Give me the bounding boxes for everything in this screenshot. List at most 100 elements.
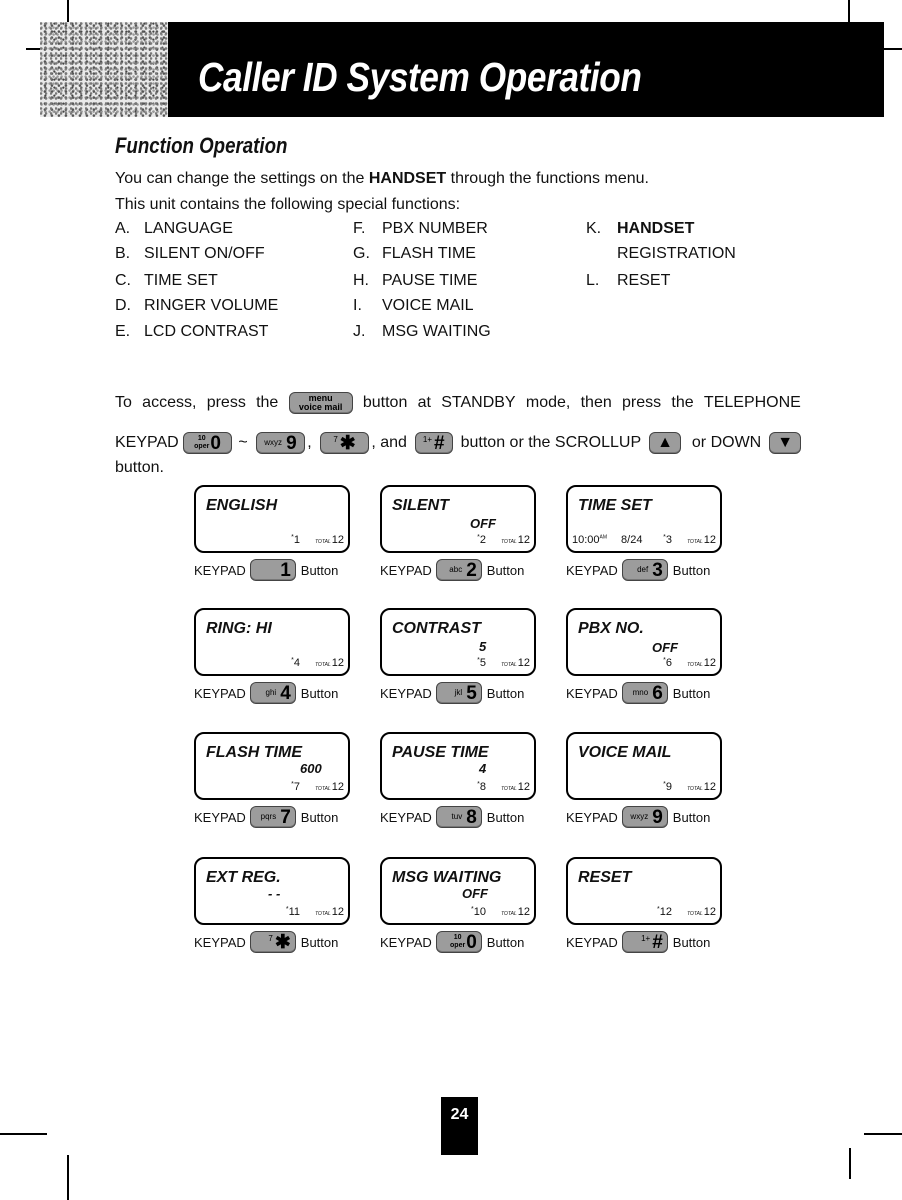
key-hash-icon: 1+ # — [414, 432, 453, 454]
text: press — [622, 394, 662, 411]
crop-mark — [884, 48, 902, 50]
key-0-icon: 10 oper 0 — [182, 432, 233, 454]
screen-title: ENGLISH — [206, 497, 278, 514]
keypad-label: KEYPAD — [566, 562, 618, 578]
keypad-label: KEYPAD — [566, 934, 618, 950]
screen-total: TOTAL12 — [501, 781, 530, 793]
text: access, — [142, 394, 197, 411]
lcd-screen: VOICE MAIL *9 TOTAL12 — [566, 732, 722, 800]
button-label: Button — [486, 562, 525, 578]
lcd-screen: TIME SET 10:00AM 8/24 *3 TOTAL12 — [566, 485, 722, 553]
function-letter: J. — [353, 323, 366, 340]
text: press — [206, 394, 246, 411]
keypad-label: KEYPAD — [566, 685, 618, 701]
screen-index: *1 — [291, 534, 300, 546]
keypad-label: KEYPAD — [380, 562, 432, 578]
crop-mark — [0, 1133, 47, 1135]
function-label-cont: REGISTRATION — [617, 245, 736, 262]
function-letter: C. — [115, 272, 131, 289]
keypad-instruction: KEYPAD abc 2 Button — [380, 559, 524, 581]
screen-index: *7 — [291, 781, 300, 793]
screen-index: *10 — [471, 906, 486, 918]
lcd-screen: MSG WAITING OFF *10 TOTAL12 — [380, 857, 536, 925]
keypad-label: KEYPAD — [566, 809, 618, 825]
function-letter: L. — [586, 272, 600, 289]
text: ~ — [238, 434, 248, 451]
screen-total: TOTAL12 — [687, 657, 716, 669]
function-item: H. PAUSE TIME — [353, 272, 477, 290]
button-label: Button — [300, 809, 339, 825]
text: at — [417, 394, 431, 411]
screen-total: TOTAL12 — [501, 906, 530, 918]
keypad-key-8-icon: tuv 8 — [435, 806, 482, 828]
keypad-key-✱-icon: 7 ✱ — [249, 931, 296, 953]
screen-title: MSG WAITING — [392, 869, 502, 886]
keypad-instruction: KEYPAD 7 ✱ Button — [194, 931, 338, 953]
function-item: L. RESET — [586, 272, 670, 290]
function-letter: I. — [353, 297, 362, 314]
function-label: LCD CONTRAST — [144, 323, 269, 340]
keypad-key-6-icon: mno 6 — [621, 682, 668, 704]
screen-value: - - — [268, 886, 281, 901]
screen-value: OFF — [462, 886, 488, 901]
keypad-key-7-icon: pqrs 7 — [249, 806, 296, 828]
menu-voice-mail-key-icon: menu voice mail — [288, 392, 353, 414]
screen-title: VOICE MAIL — [578, 744, 672, 761]
screen-title: CONTRAST — [392, 620, 481, 637]
screen-index: *8 — [477, 781, 486, 793]
keypad-key-4-icon: ghi 4 — [249, 682, 296, 704]
text: To — [115, 394, 132, 411]
button-label: Button — [486, 685, 525, 701]
lcd-screen: PBX NO. OFF *6 TOTAL12 — [566, 608, 722, 676]
text: TELEPHONE — [703, 394, 801, 411]
screen-value: OFF — [652, 640, 678, 655]
keypad-label: KEYPAD — [380, 685, 432, 701]
function-label: PAUSE TIME — [382, 272, 478, 289]
crop-mark — [864, 1133, 902, 1135]
keypad-key-3-icon: def 3 — [621, 559, 668, 581]
button-label: Button — [300, 685, 339, 701]
text: mode, — [525, 394, 571, 411]
button-label: Button — [486, 809, 525, 825]
text: button — [362, 394, 408, 411]
keypad-label: KEYPAD — [380, 934, 432, 950]
button-label: Button — [672, 685, 711, 701]
text: , and — [371, 434, 407, 451]
function-letter: B. — [115, 245, 131, 262]
function-letter: H. — [353, 272, 369, 289]
button-label: Button — [486, 934, 525, 950]
lcd-screen: FLASH TIME 600 *7 TOTAL12 — [194, 732, 350, 800]
keypad-instruction: KEYPAD 1+ # Button — [566, 931, 710, 953]
keypad-instruction: KEYPAD def 3 Button — [566, 559, 710, 581]
function-label: FLASH TIME — [382, 245, 476, 262]
screen-title: PBX NO. — [578, 620, 644, 637]
function-label: VOICE MAIL — [382, 297, 474, 314]
screen-index: *5 — [477, 657, 486, 669]
screen-index: *11 — [285, 906, 300, 918]
page-number: 24 — [441, 1097, 478, 1155]
keypad-label: KEYPAD — [194, 562, 246, 578]
screen-title: SILENT — [392, 497, 449, 514]
lcd-screen: EXT REG. - - *11 TOTAL12 — [194, 857, 350, 925]
keypad-key-0-icon: 10 oper 0 — [435, 931, 482, 953]
scroll-up-key-icon: ▲ — [649, 432, 681, 454]
button-label: Button — [300, 562, 339, 578]
function-item: K. HANDSET — [586, 220, 694, 238]
crop-mark — [849, 1148, 851, 1179]
screen-index: *3 — [663, 534, 672, 546]
keypad-instruction: KEYPAD jkl 5 Button — [380, 682, 524, 704]
keypad-instruction: KEYPAD pqrs 7 Button — [194, 806, 338, 828]
page-title: Caller ID System Operation — [198, 54, 642, 100]
keypad-label: KEYPAD — [194, 809, 246, 825]
screen-total: TOTAL12 — [687, 906, 716, 918]
function-label: TIME SET — [144, 272, 218, 289]
key-9-icon: wxyz 9 — [255, 432, 306, 454]
function-item: J. MSG WAITING — [353, 323, 491, 341]
function-item: C. TIME SET — [115, 272, 218, 290]
screen-value: OFF — [470, 516, 496, 531]
keypad-instruction: KEYPAD ghi 4 Button — [194, 682, 338, 704]
screen-index: *12 — [657, 906, 672, 918]
function-label: HANDSET — [617, 220, 695, 237]
keypad-label: KEYPAD — [194, 685, 246, 701]
screen-total: TOTAL12 — [687, 781, 716, 793]
